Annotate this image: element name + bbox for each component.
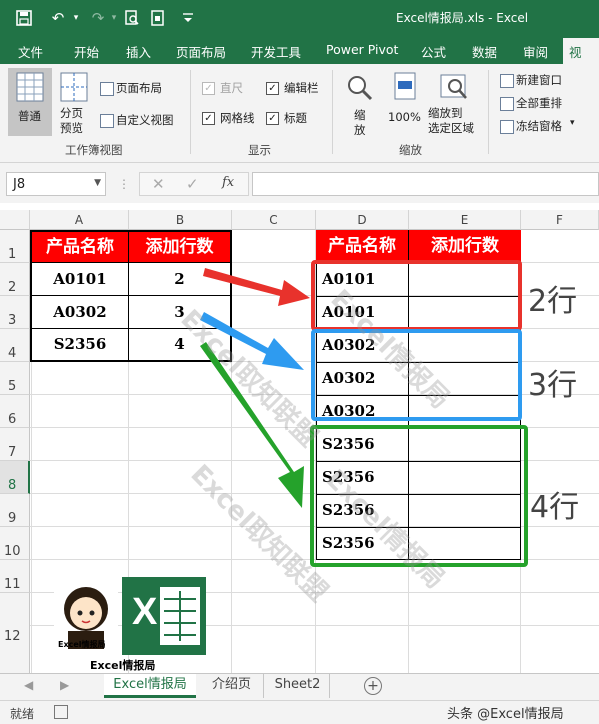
- title-bar: ↶ ▾ ↷ ▾ Excel情报局.xls - Excel: [0, 0, 599, 36]
- normal-view-button[interactable]: 普通: [8, 68, 52, 136]
- excel-sheet-icon: [160, 587, 200, 645]
- zoom-100-button[interactable]: 100%: [386, 68, 426, 138]
- page-layout-icon: [100, 82, 114, 96]
- window-title: Excel情报局.xls - Excel: [396, 11, 529, 25]
- ribbon: 普通 分页 预览 页面布局 自定义视图 工作簿视图 ✓ 直尺 ✓ 编辑栏 ✓ 网…: [0, 64, 599, 163]
- page-break-preview-label: 分页 预览: [60, 106, 83, 135]
- new-window-icon: [500, 74, 514, 88]
- freeze-panes-icon: [500, 120, 514, 134]
- name-box-value: J8: [13, 177, 26, 192]
- new-window-button[interactable]: 新建窗口: [516, 72, 562, 88]
- show-group-label: 显示: [248, 143, 271, 157]
- headings-label: 标题: [284, 111, 307, 125]
- cancel-icon: ✕: [152, 175, 165, 193]
- zoom-button[interactable]: 缩 放: [340, 68, 380, 138]
- ribbon-separator: [190, 70, 191, 154]
- ribbon-tab-bar: 文件 开始 插入 页面布局 开发工具 Power Pivot 公式 数据 审阅 …: [0, 36, 599, 79]
- excel-x-letter: X: [132, 591, 158, 633]
- page-layout-view-button[interactable]: 页面布局: [116, 80, 162, 96]
- add-sheet-icon[interactable]: +: [364, 677, 382, 695]
- excel-x-icon: X: [122, 577, 206, 655]
- gridlines-label: 网格线: [220, 111, 255, 125]
- custom-views-icon: [100, 114, 114, 128]
- sheet-tab-sheet2[interactable]: Sheet2: [266, 674, 330, 698]
- formula-bar: J8 ▼ ⋮ ✕ ✓ fx: [0, 163, 599, 203]
- normal-view-label: 普通: [18, 109, 41, 123]
- tab-review[interactable]: 审阅: [523, 42, 548, 61]
- enter-check-icon: ✓: [186, 175, 199, 193]
- excel-logo-picture[interactable]: Excel情报局 X Excel情报局: [44, 577, 214, 673]
- formula-input[interactable]: [252, 172, 599, 196]
- headings-checkbox[interactable]: ✓: [266, 112, 279, 125]
- tab-insert[interactable]: 插入: [126, 42, 151, 61]
- undo-dropdown-icon[interactable]: ▾: [66, 8, 86, 28]
- print-preview-icon[interactable]: [122, 8, 142, 28]
- freeze-panes-dropdown-icon[interactable]: ▾: [570, 118, 575, 128]
- page-break-preview-button[interactable]: 分页 预览: [58, 68, 92, 138]
- logo-caption: Excel情报局: [90, 659, 156, 672]
- zoom-to-selection-button[interactable]: 缩放到 选定区域: [428, 68, 482, 138]
- status-bar: 就绪 头条 @Excel情报局: [0, 700, 599, 724]
- arrange-all-button[interactable]: 全部重排: [516, 95, 562, 111]
- freeze-panes-button[interactable]: 冻结窗格: [516, 118, 562, 134]
- name-box-dropdown-icon[interactable]: ▼: [94, 178, 101, 188]
- zoom-to-selection-icon: [440, 74, 467, 99]
- tab-view[interactable]: 视图: [563, 38, 599, 79]
- worksheet-grid[interactable]: A B C D E F 1 2 3 4 5 6 7 8 9 10 11 12 产…: [0, 210, 599, 673]
- zoom-label: 缩 放: [354, 108, 366, 137]
- arrange-all-icon: [500, 97, 514, 111]
- custom-views-button[interactable]: 自定义视图: [116, 112, 174, 128]
- tab-data[interactable]: 数据: [472, 42, 497, 61]
- formula-bar-grip-icon: ⋮: [118, 177, 130, 191]
- zoom-100-icon: [394, 72, 416, 100]
- zoom-group-label: 缩放: [399, 143, 422, 157]
- zoom-to-selection-label: 缩放到 选定区域: [428, 106, 474, 135]
- tab-developer[interactable]: 开发工具: [251, 42, 301, 61]
- redo-dropdown-icon: ▾: [111, 13, 117, 23]
- tab-power-pivot[interactable]: Power Pivot: [326, 42, 398, 57]
- scroll-right-icon[interactable]: ▶: [60, 678, 69, 692]
- formula-buttons-area: ✕ ✓ fx: [139, 172, 249, 196]
- page-break-preview-icon: [60, 72, 88, 102]
- workbook-views-group-label: 工作簿视图: [65, 143, 123, 157]
- tab-formulas[interactable]: 公式: [421, 42, 446, 61]
- ruler-label: 直尺: [220, 81, 243, 95]
- scroll-left-icon[interactable]: ◀: [24, 678, 33, 692]
- magnifier-icon: [348, 76, 373, 101]
- ribbon-separator: [332, 70, 333, 154]
- formula-bar-label: 编辑栏: [284, 81, 319, 95]
- gridlines-checkbox[interactable]: ✓: [202, 112, 215, 125]
- avatar-badge-text: Excel情报局: [58, 640, 106, 649]
- formula-bar-checkbox[interactable]: ✓: [266, 82, 279, 95]
- undo-icon[interactable]: ↶: [48, 8, 68, 28]
- tab-file[interactable]: 文件: [18, 42, 43, 61]
- save-icon[interactable]: [14, 8, 34, 28]
- sheet-tab-bar: ◀ ▶ Excel情报局 介绍页 Sheet2 +: [0, 673, 599, 701]
- red-arrow: [203, 268, 310, 306]
- insert-function-button[interactable]: fx: [222, 175, 234, 190]
- tab-page-layout[interactable]: 页面布局: [176, 42, 226, 61]
- zoom-100-label: 100%: [388, 110, 421, 124]
- footer-watermark: 头条 @Excel情报局: [447, 707, 564, 722]
- customize-qat-icon[interactable]: [178, 8, 198, 28]
- status-ready: 就绪: [10, 707, 35, 721]
- ruler-checkbox: ✓: [202, 82, 215, 95]
- macro-record-icon[interactable]: [54, 705, 68, 719]
- sheet-tab-intro[interactable]: 介绍页: [200, 674, 264, 698]
- name-box[interactable]: J8 ▼: [6, 172, 106, 196]
- ribbon-separator: [488, 70, 489, 154]
- normal-view-icon: [16, 72, 44, 102]
- open-file-icon[interactable]: [148, 8, 168, 28]
- sheet-tab-excel-info[interactable]: Excel情报局: [104, 674, 196, 698]
- tab-home[interactable]: 开始: [74, 42, 99, 61]
